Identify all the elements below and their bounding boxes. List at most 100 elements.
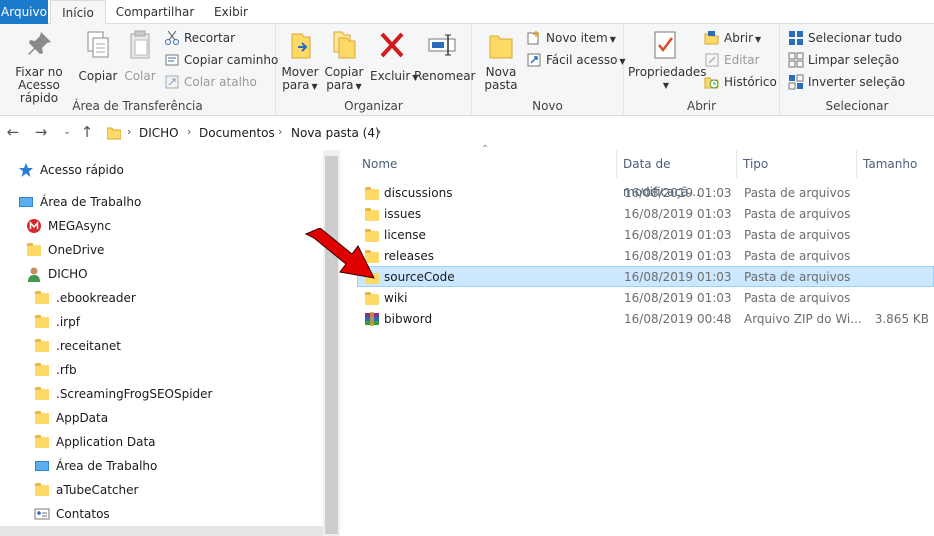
nav-item-partial[interactable] (0, 526, 323, 536)
nav-item-appdata[interactable]: AppData (34, 406, 318, 430)
nav-item-label: .irpf (56, 315, 80, 329)
history-button[interactable]: Histórico (704, 72, 777, 92)
nav-item-receitanet[interactable]: .receitanet (34, 334, 318, 358)
file-row[interactable]: discussions 16/08/2019 01:03 Pasta de ar… (357, 182, 934, 203)
rename-button[interactable]: Renomear (414, 28, 476, 83)
file-type: Pasta de arquivos (744, 249, 851, 263)
nav-item-megasync[interactable]: MEGAsync (26, 214, 318, 238)
file-date: 16/08/2019 00:48 (624, 312, 732, 326)
breadcrumb-documentos[interactable]: Documentos (199, 126, 275, 140)
new-folder-icon (485, 28, 517, 62)
file-row[interactable]: bibword 16/08/2019 00:48 Arquivo ZIP do … (357, 308, 934, 329)
group-organize: Mover para ▼ Copiar para ▼ Excluir ▼ Renome… (276, 24, 476, 116)
nav-scrollbar-thumb[interactable] (325, 156, 338, 534)
folder-icon (364, 291, 380, 307)
copy-path-label: Copiar caminho (184, 53, 279, 67)
invert-selection-button[interactable]: Inverter seleção (788, 72, 905, 92)
mega-icon (26, 218, 42, 234)
organize-group-label: Organizar (344, 99, 403, 113)
nav-item-label: AppData (56, 411, 109, 425)
column-header-date[interactable]: Data de modificaçã... (617, 150, 737, 199)
paste-shortcut-button[interactable]: Colar atalho (164, 72, 257, 92)
copy-button[interactable]: Copiar (78, 28, 118, 83)
desktop-icon (34, 458, 50, 474)
file-row[interactable]: license 16/08/2019 01:03 Pasta de arquiv… (357, 224, 934, 245)
select-none-icon (788, 52, 804, 68)
nav-item-onedrive[interactable]: OneDrive (26, 238, 318, 262)
nav-item-ebookreader[interactable]: .ebookreader (34, 286, 318, 310)
edit-button[interactable]: Editar (704, 50, 760, 70)
nav-item-desktop-2[interactable]: Área de Trabalho (34, 454, 318, 478)
new-folder-button[interactable]: Nova pasta (478, 28, 524, 92)
breadcrumb-separator-icon: › (278, 125, 283, 138)
select-group-label: Selecionar (825, 99, 889, 113)
file-row[interactable]: releases 16/08/2019 01:03 Pasta de arqui… (357, 245, 934, 266)
nav-item-label: OneDrive (48, 243, 105, 257)
move-label-2: para ▼ (282, 78, 318, 92)
select-none-button[interactable]: Limpar seleção (788, 50, 899, 70)
nav-item-label: MEGAsync (48, 219, 111, 233)
nav-item-quick-access[interactable]: Acesso rápido (18, 158, 318, 182)
file-date: 16/08/2019 01:03 (624, 207, 732, 221)
properties-icon (649, 28, 681, 62)
folder-icon (34, 434, 50, 450)
nav-item-rfb[interactable]: .rfb (34, 358, 318, 382)
nav-item-screamingfrog[interactable]: .ScreamingFrogSEOSpider (34, 382, 318, 406)
easy-access-button[interactable]: Fácil acesso ▼ (526, 50, 626, 70)
cut-button[interactable]: Recortar (164, 28, 235, 48)
file-type: Pasta de arquivos (744, 186, 851, 200)
nav-item-label: Área de Trabalho (40, 195, 142, 209)
delete-x-icon (376, 28, 408, 62)
ribbon: Fixar no Acesso rápido Copiar Colar Reco… (0, 24, 934, 116)
tab-exibir[interactable]: Exibir (204, 0, 258, 24)
file-name: license (384, 228, 426, 242)
delete-label-wrap: Excluir ▼ (370, 69, 419, 83)
up-arrow-icon[interactable]: ↑ (78, 123, 96, 141)
file-type: Pasta de arquivos (744, 207, 851, 221)
move-to-button[interactable]: Mover para ▼ (278, 28, 322, 93)
file-row-selected[interactable]: sourceCode 16/08/2019 01:03 Pasta de arq… (357, 266, 934, 287)
forward-arrow-icon[interactable]: → (32, 123, 50, 141)
select-all-button[interactable]: Selecionar tudo (788, 28, 902, 48)
breadcrumb-dicho[interactable]: DICHO (139, 126, 179, 140)
column-header-size[interactable]: Tamanho (857, 150, 934, 178)
nav-item-atubecatcher[interactable]: aTubeCatcher (34, 478, 318, 502)
group-open: Propriedades ▼ Abrir ▼ Editar Histórico A… (624, 24, 780, 116)
pin-quick-access-button[interactable]: Fixar no Acesso rápido (2, 28, 76, 105)
folder-icon (34, 314, 50, 330)
delete-button[interactable]: Excluir ▼ (370, 28, 419, 84)
nav-item-application-data[interactable]: Application Data (34, 430, 318, 454)
invert-selection-icon (788, 74, 804, 90)
new-item-icon (526, 30, 542, 46)
nav-scrollbar[interactable] (323, 150, 340, 536)
back-arrow-icon[interactable]: ← (4, 123, 22, 141)
open-button[interactable]: Abrir ▼ (704, 28, 761, 48)
select-all-icon (788, 30, 804, 46)
nav-item-label: .rfb (56, 363, 77, 377)
column-header-name[interactable]: Nome (356, 150, 617, 178)
nav-item-dicho[interactable]: DICHO (26, 262, 318, 286)
breadcrumb-nova-pasta[interactable]: Nova pasta (4) (291, 126, 380, 140)
column-header-type[interactable]: Tipo (737, 150, 857, 178)
open-group-label: Abrir (686, 99, 717, 113)
recent-chevron-down-icon[interactable]: ⌄ (58, 127, 76, 137)
file-size: 3.865 KB (874, 312, 929, 326)
paste-label: Colar (124, 69, 156, 83)
tab-inicio[interactable]: Início (50, 0, 106, 25)
nav-item-irpf[interactable]: .irpf (34, 310, 318, 334)
properties-label: Propriedades (628, 65, 707, 79)
copy-path-button[interactable]: Copiar caminho (164, 50, 278, 70)
nav-item-contatos[interactable]: Contatos (34, 502, 318, 526)
tab-compartilhar[interactable]: Compartilhar (110, 0, 200, 24)
properties-button[interactable]: Propriedades ▼ (628, 28, 707, 92)
paste-button[interactable]: Colar (122, 28, 158, 83)
nav-item-desktop[interactable]: Área de Trabalho (18, 190, 318, 214)
file-row[interactable]: issues 16/08/2019 01:03 Pasta de arquivo… (357, 203, 934, 224)
copy-icon (82, 28, 114, 62)
tab-arquivo[interactable]: Arquivo (0, 0, 48, 24)
folder-icon (34, 410, 50, 426)
file-row[interactable]: wiki 16/08/2019 01:03 Pasta de arquivos (357, 287, 934, 308)
new-item-button[interactable]: Novo item ▼ (526, 28, 616, 48)
copy-to-button[interactable]: Copiar para ▼ (322, 28, 366, 93)
address-box[interactable]: › DICHO › Documentos › Nova pasta (4) › (100, 121, 934, 145)
